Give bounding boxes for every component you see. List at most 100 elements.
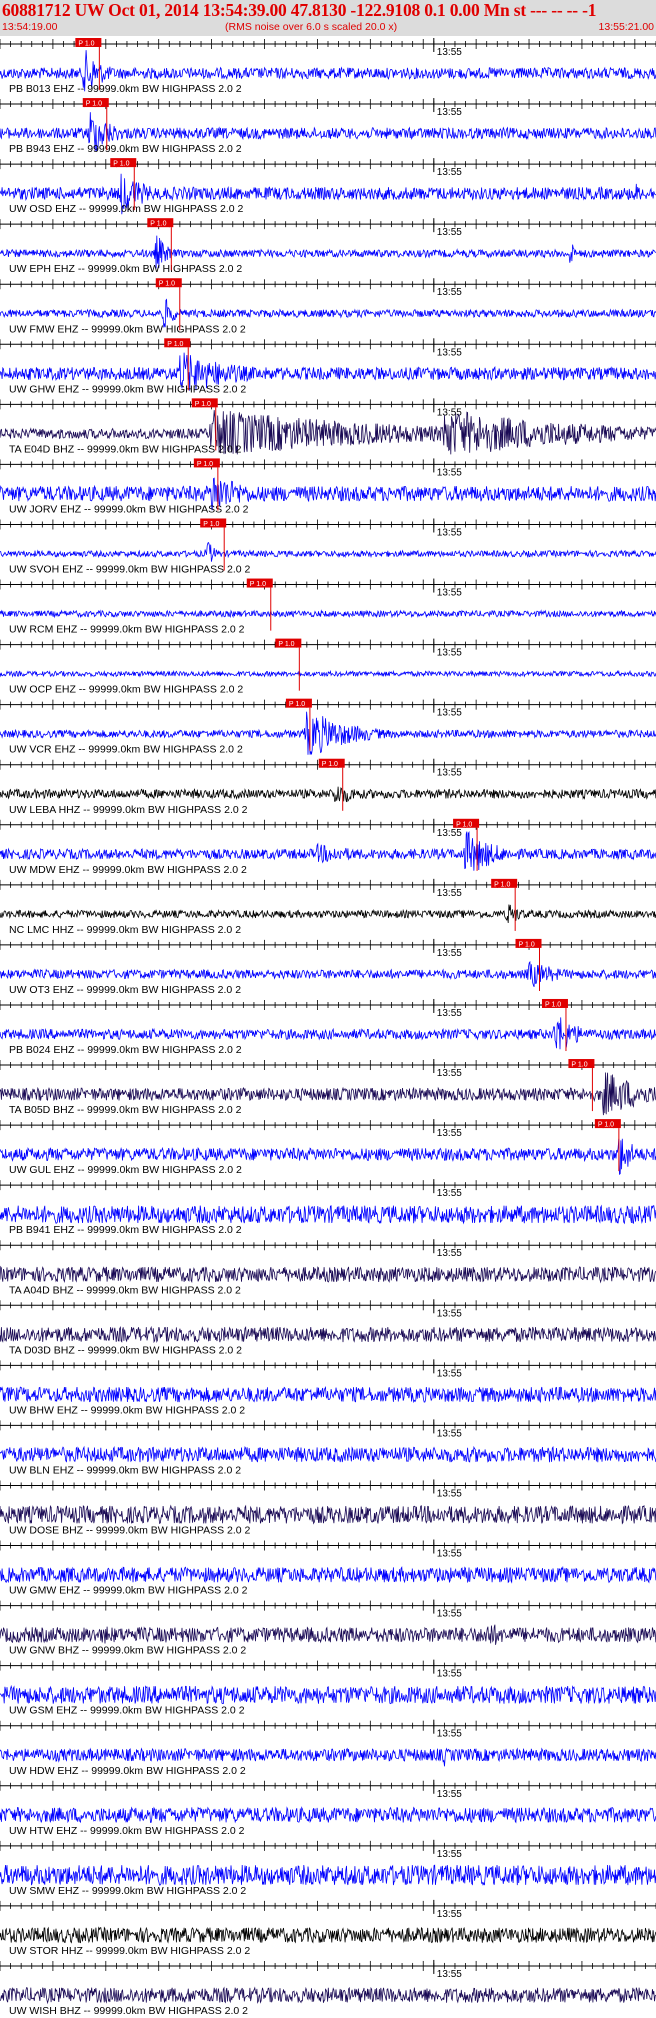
minute-label: 13:55 [437, 287, 462, 298]
trace-label: PB B941 EHZ -- 99999.0km BW HIGHPASS 2.0… [9, 1224, 242, 1236]
header-bar: 60881712 UW Oct 01, 2014 13:54:39.00 47.… [0, 0, 656, 36]
waveform-trace [0, 1204, 656, 1225]
pick-label: P 1.0 [203, 521, 219, 528]
trace-label: UW GHW EHZ -- 99999.0km BW HIGHPASS 2.0 … [9, 383, 246, 395]
minute-label: 13:55 [437, 467, 462, 478]
minute-label: 13:55 [437, 1188, 462, 1199]
trace-label: UW STOR HHZ -- 99999.0km BW HIGHPASS 2.0… [9, 1945, 250, 1957]
trace-label: NC LMC HHZ -- 99999.0km BW HIGHPASS 2.0 … [9, 924, 241, 936]
minute-label: 13:55 [437, 107, 462, 118]
minute-label: 13:55 [437, 1909, 462, 1920]
trace-label: UW JORV EHZ -- 99999.0km BW HIGHPASS 2.0… [9, 503, 249, 515]
waveform-trace [0, 1684, 656, 1705]
pick-label: P 1.0 [78, 41, 94, 48]
minute-label: 13:55 [437, 527, 462, 538]
scale-note: (RMS noise over 6.0 s scaled 20.0 x) [225, 21, 398, 33]
pick-label: P 1.0 [167, 341, 183, 348]
minute-label: 13:55 [437, 1729, 462, 1740]
waveform-trace [0, 1926, 656, 1944]
waveform-trace [0, 541, 656, 562]
minute-label: 13:55 [437, 1549, 462, 1560]
minute-label: 13:55 [437, 1609, 462, 1620]
minute-label: 13:55 [437, 1849, 462, 1860]
minute-label: 13:55 [437, 708, 462, 719]
minute-label: 13:55 [437, 1428, 462, 1439]
trace-label: UW WISH BHZ -- 99999.0km BW HIGHPASS 2.0… [9, 2005, 248, 2017]
pick-label: P 1.0 [571, 1062, 587, 1069]
pick-label: P 1.0 [86, 101, 102, 108]
minute-label: 13:55 [437, 1969, 462, 1980]
trace-label: UW BHW EHZ -- 99999.0km BW HIGHPASS 2.0 … [9, 1404, 245, 1416]
pick-label: P 1.0 [278, 641, 294, 648]
pick-label: P 1.0 [250, 581, 266, 588]
trace-label: UW GUL EHZ -- 99999.0km BW HIGHPASS 2.0 … [9, 1164, 242, 1176]
trace-label: UW HTW EHZ -- 99999.0km BW HIGHPASS 2.0 … [9, 1825, 245, 1837]
trace-label: PB B013 EHZ -- 99999.0km BW HIGHPASS 2.0… [9, 83, 242, 95]
pick-label: P 1.0 [322, 761, 338, 768]
waveform-trace [0, 669, 656, 678]
trace-label: PB B024 EHZ -- 99999.0km BW HIGHPASS 2.0… [9, 1044, 242, 1056]
waveform-trace [0, 1265, 656, 1284]
waveform-trace [0, 1624, 656, 1645]
minute-label: 13:55 [437, 648, 462, 659]
trace-label: UW GNW BHZ -- 99999.0km BW HIGHPASS 2.0 … [9, 1645, 246, 1657]
trace-label: UW SMW EHZ -- 99999.0km BW HIGHPASS 2.0 … [9, 1885, 246, 1897]
trace-label: UW LEBA HHZ -- 99999.0km BW HIGHPASS 2.0… [9, 804, 248, 816]
pick-label: P 1.0 [289, 701, 305, 708]
waveform-trace [0, 904, 656, 924]
waveform-trace [0, 609, 656, 619]
trace-label: UW GSM EHZ -- 99999.0km BW HIGHPASS 2.0 … [9, 1705, 245, 1717]
waveform-trace [0, 1386, 656, 1404]
pick-label: P 1.0 [197, 461, 213, 468]
minute-label: 13:55 [437, 1308, 462, 1319]
pick-label: P 1.0 [519, 941, 535, 948]
minute-label: 13:55 [437, 768, 462, 779]
waveform-trace [0, 1986, 656, 2005]
minute-label: 13:55 [437, 227, 462, 238]
trace-label: UW RCM EHZ -- 99999.0km BW HIGHPASS 2.0 … [9, 624, 245, 636]
trace-label: TA D03D BHZ -- 99999.0km BW HIGHPASS 2.0… [9, 1344, 242, 1356]
pick-label: P 1.0 [545, 1001, 561, 1008]
minute-label: 13:55 [437, 407, 462, 418]
trace-label: UW VCR EHZ -- 99999.0km BW HIGHPASS 2.0 … [9, 744, 243, 756]
minute-label: 13:55 [437, 588, 462, 599]
trace-label: UW SVOH EHZ -- 99999.0km BW HIGHPASS 2.0… [9, 564, 251, 576]
trace-label: UW OT3 EHZ -- 99999.0km BW HIGHPASS 2.0 … [9, 984, 241, 996]
trace-label: UW FMW EHZ -- 99999.0km BW HIGHPASS 2.0 … [9, 323, 246, 335]
waveform-trace [0, 786, 656, 803]
minute-label: 13:55 [437, 1068, 462, 1079]
minute-label: 13:55 [437, 167, 462, 178]
minute-label: 13:55 [437, 948, 462, 959]
minute-label: 13:55 [437, 1789, 462, 1800]
trace-label: TA B05D BHZ -- 99999.0km BW HIGHPASS 2.0… [9, 1104, 242, 1116]
minute-label: 13:55 [437, 1008, 462, 1019]
minute-label: 13:55 [437, 888, 462, 899]
trace-label: UW BLN EHZ -- 99999.0km BW HIGHPASS 2.0 … [9, 1464, 241, 1476]
minute-label: 13:55 [437, 347, 462, 358]
trace-label: UW GMW EHZ -- 99999.0km BW HIGHPASS 2.0 … [9, 1585, 248, 1597]
minute-label: 13:55 [437, 1368, 462, 1379]
waveform-trace [0, 1747, 656, 1767]
minute-label: 13:55 [437, 828, 462, 839]
waveform-trace [0, 1806, 656, 1824]
trace-label: TA E04D BHZ -- 99999.0km BW HIGHPASS 2.0… [9, 443, 242, 455]
minute-label: 13:55 [437, 1248, 462, 1259]
trace-label: PB B943 EHZ -- 99999.0km BW HIGHPASS 2.0… [9, 143, 242, 155]
trace-label: UW DOSE BHZ -- 99999.0km BW HIGHPASS 2.0… [9, 1525, 251, 1537]
trace-label: TA A04D BHZ -- 99999.0km BW HIGHPASS 2.0… [9, 1284, 241, 1296]
end-time: 13:55:21.00 [598, 21, 654, 33]
pick-label: P 1.0 [494, 881, 510, 888]
waveform-trace [0, 1504, 656, 1525]
trace-label: UW EPH EHZ -- 99999.0km BW HIGHPASS 2.0 … [9, 263, 242, 275]
pick-label: P 1.0 [150, 221, 166, 228]
minute-label: 13:55 [437, 1128, 462, 1139]
trace-label: UW OSD EHZ -- 99999.0km BW HIGHPASS 2.0 … [9, 203, 244, 215]
waveform-trace [0, 1325, 656, 1344]
trace-label: UW HDW EHZ -- 99999.0km BW HIGHPASS 2.0 … [9, 1765, 246, 1777]
pick-label: P 1.0 [598, 1122, 614, 1129]
event-title: 60881712 UW Oct 01, 2014 13:54:39.00 47.… [2, 0, 597, 20]
pick-label: P 1.0 [159, 281, 175, 288]
start-time: 13:54:19.00 [2, 21, 58, 33]
waveform-trace [0, 1864, 656, 1886]
pick-label: P 1.0 [113, 161, 129, 168]
